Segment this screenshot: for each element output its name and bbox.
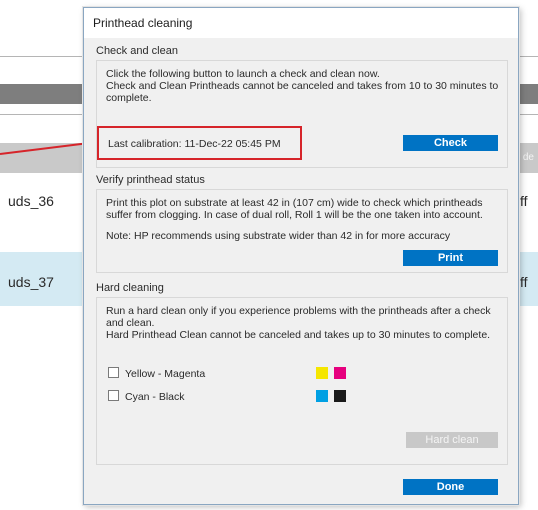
check-clean-line3: complete. (106, 92, 152, 104)
print-button[interactable]: Print (403, 250, 498, 266)
check-button[interactable]: Check (403, 135, 498, 151)
option-cyan-black-label: Cyan - Black (125, 391, 185, 403)
verify-line1: Print this plot on substrate at least 42… (106, 197, 483, 209)
done-button[interactable]: Done (403, 479, 498, 495)
verify-label: Verify printhead status (96, 174, 205, 186)
last-calibration-text: Last calibration: 11-Dec-22 05:45 PM (108, 138, 281, 150)
printhead-cleaning-dialog: Printhead cleaning Check and clean Click… (83, 7, 519, 505)
hard-clean-button[interactable]: Hard clean (406, 432, 498, 448)
dialog-title: Printhead cleaning (93, 16, 193, 30)
checkbox-yellow-magenta[interactable] (108, 367, 119, 378)
hard-clean-label: Hard cleaning (96, 282, 164, 294)
bg-cell-name: uds_37 (8, 274, 54, 290)
check-clean-line2: Check and Clean Printheads cannot be can… (106, 80, 499, 92)
cyan-swatch (316, 390, 328, 402)
checkbox-cyan-black[interactable] (108, 390, 119, 401)
hard-clean-line2: and clean. (106, 317, 155, 329)
black-swatch (334, 390, 346, 402)
dialog-titlebar[interactable]: Printhead cleaning (84, 8, 518, 38)
verify-line2: suffer from clogging. In case of dual ro… (106, 209, 483, 221)
option-cyan-black[interactable]: Cyan - Black (108, 390, 185, 403)
check-clean-line1: Click the following button to launch a c… (106, 68, 380, 80)
verify-note: Note: HP recommends using substrate wide… (106, 230, 451, 242)
option-yellow-magenta-label: Yellow - Magenta (125, 368, 206, 380)
magenta-swatch (334, 367, 346, 379)
bg-cell-status: ff (520, 193, 528, 209)
bg-cell-status: ff (520, 274, 528, 290)
yellow-swatch (316, 367, 328, 379)
bg-header-partial: de (522, 152, 534, 163)
bg-cell-name: uds_36 (8, 193, 54, 209)
hard-clean-line1: Run a hard clean only if you experience … (106, 305, 491, 317)
check-clean-label: Check and clean (96, 45, 178, 57)
hard-clean-line3: Hard Printhead Clean cannot be canceled … (106, 329, 491, 341)
option-yellow-magenta[interactable]: Yellow - Magenta (108, 367, 205, 380)
